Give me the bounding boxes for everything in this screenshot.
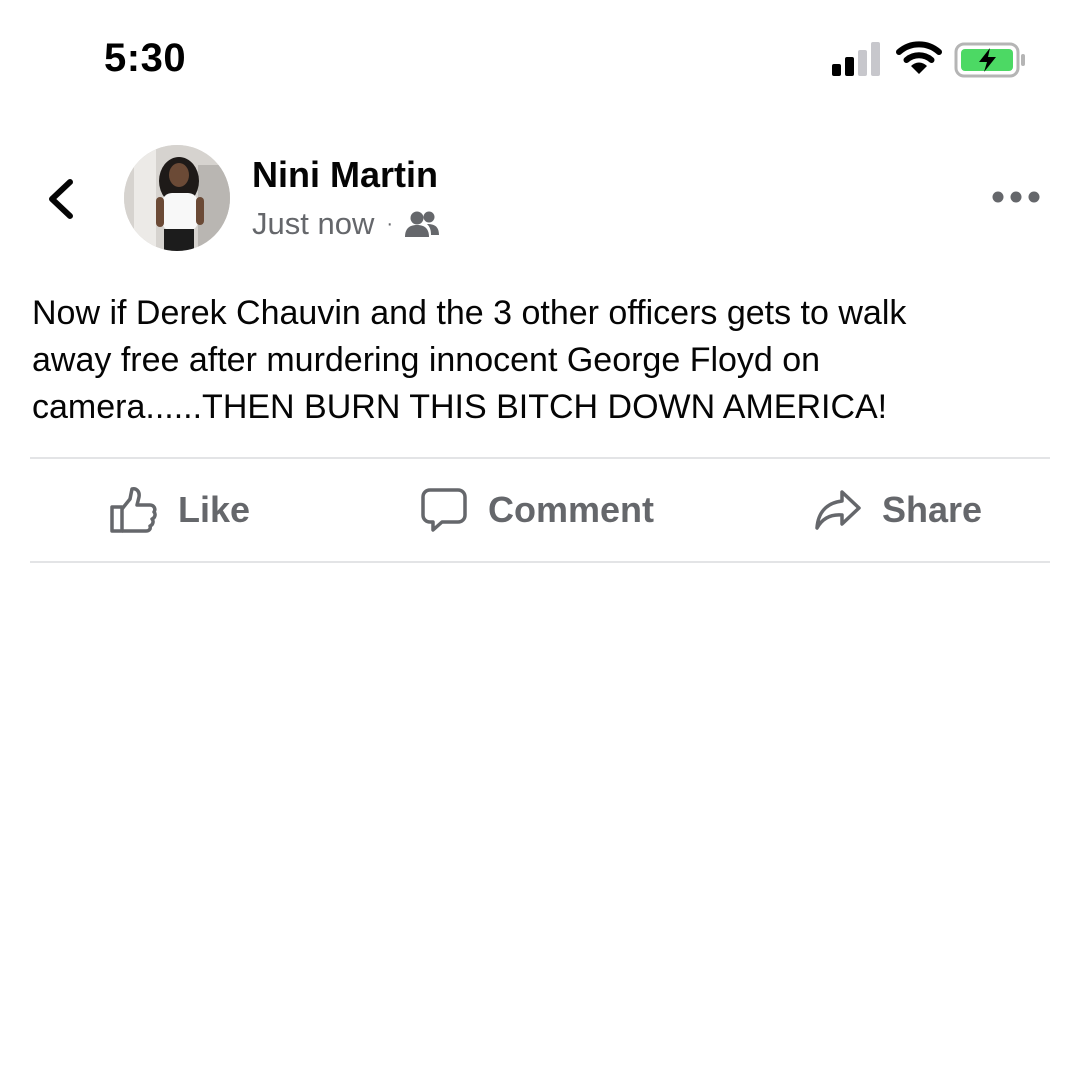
- profile-photo-icon: [124, 145, 230, 251]
- share-arrow-icon: [815, 490, 861, 530]
- post-header: Nini Martin Just now ·: [0, 140, 1080, 260]
- thumbs-up-icon: [110, 487, 157, 533]
- post-meta: Just now ·: [252, 206, 440, 242]
- author-name[interactable]: Nini Martin: [252, 154, 438, 196]
- battery-charging-icon: [954, 42, 1025, 78]
- share-button[interactable]: Share: [814, 460, 982, 560]
- like-label: Like: [178, 489, 251, 530]
- comment-button[interactable]: Comment: [420, 460, 654, 560]
- wifi-icon: [896, 41, 942, 74]
- divider-top: [30, 457, 1050, 459]
- more-options-icon[interactable]: [990, 184, 1042, 210]
- comment-icon: [421, 488, 467, 532]
- post-actions: Like Comment Share: [0, 460, 1080, 560]
- back-arrow-icon[interactable]: [40, 174, 84, 224]
- status-bar: 5:30: [0, 0, 1080, 120]
- friends-icon[interactable]: [405, 209, 440, 239]
- comment-label: Comment: [488, 489, 655, 530]
- post-text: Now if Derek Chauvin and the 3 other off…: [32, 294, 907, 426]
- share-label: Share: [882, 489, 983, 530]
- status-time: 5:30: [104, 36, 187, 80]
- divider-bottom: [30, 561, 1050, 563]
- meta-separator: ·: [386, 212, 394, 235]
- like-button[interactable]: Like: [108, 460, 250, 560]
- post-timestamp[interactable]: Just now: [252, 206, 374, 242]
- avatar[interactable]: [124, 145, 230, 251]
- cellular-signal-icon: [832, 42, 880, 76]
